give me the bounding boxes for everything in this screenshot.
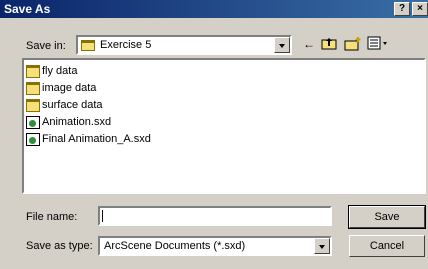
save-as-type-label: Save as type: [26, 240, 93, 252]
folder-icon [26, 65, 40, 78]
folder-icon [81, 40, 95, 51]
text-caret [102, 210, 103, 222]
file-list[interactable]: fly data image data surface data Animati… [22, 58, 426, 194]
new-folder-icon[interactable] [344, 36, 362, 52]
scene-document-icon [26, 116, 40, 129]
back-arrow-icon[interactable]: ← [300, 36, 318, 52]
save-in-value: Exercise 5 [100, 39, 152, 51]
folder-icon [26, 99, 40, 112]
chevron-down-icon[interactable] [274, 37, 290, 53]
save-in-label: Save in: [26, 40, 66, 52]
up-folder-icon[interactable] [320, 36, 338, 52]
save-in-combo[interactable]: Exercise 5 [76, 35, 292, 55]
file-name-label: File name: [26, 211, 78, 223]
save-as-type-combo[interactable]: ArcScene Documents (*.sxd) [98, 236, 332, 256]
chevron-down-icon[interactable] [314, 238, 330, 254]
save-as-type-value: ArcScene Documents (*.sxd) [104, 240, 246, 252]
title-bar: Save As ? × [0, 0, 428, 18]
folder-icon [26, 82, 40, 95]
save-button[interactable]: Save [348, 205, 426, 229]
view-menu-icon[interactable] [366, 36, 390, 52]
close-button[interactable]: × [412, 2, 428, 16]
file-name-field[interactable] [98, 206, 332, 226]
cancel-button[interactable]: Cancel [349, 235, 425, 257]
window-title: Save As [4, 2, 51, 16]
scene-document-icon [26, 133, 40, 146]
help-button[interactable]: ? [394, 2, 410, 16]
